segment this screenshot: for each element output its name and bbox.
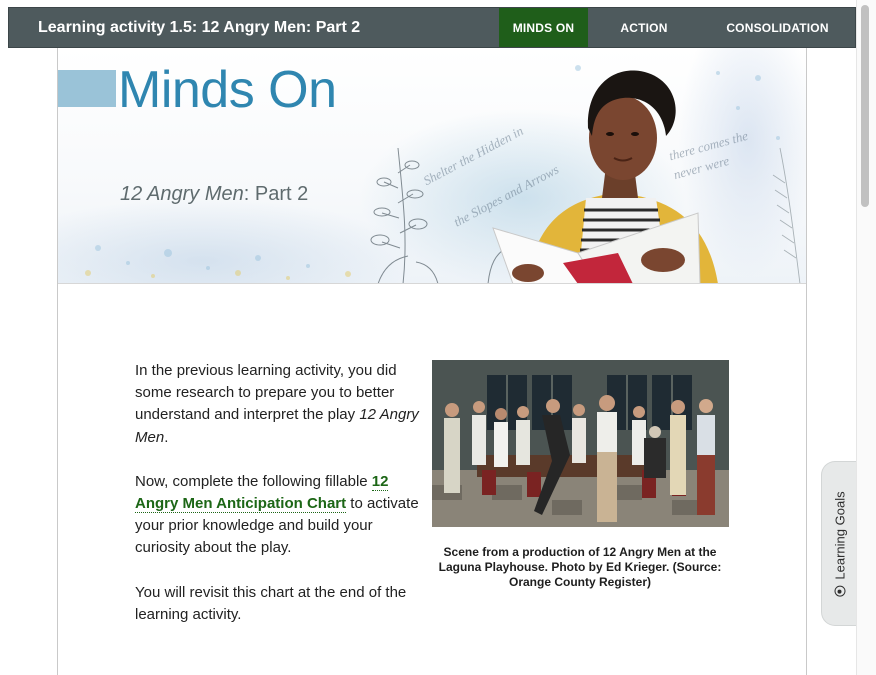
intro-text: In the previous learning activity, you d… (135, 360, 420, 648)
intro-paragraph-1: In the previous learning activity, you d… (135, 362, 419, 446)
page-scrollbar-thumb[interactable] (861, 5, 869, 207)
page-heading: Minds On (118, 61, 337, 119)
intro-paragraph-3: You will revisit this chart at the end o… (135, 583, 407, 623)
tab-consolidation[interactable]: CONSOLIDATION (700, 8, 855, 47)
intro-paragraph-2: Now, complete the following fillable 12 … (135, 472, 419, 557)
tab-minds-on[interactable]: MINDS ON (499, 8, 588, 47)
photo-caption: Scene from a production of 12 Angry Men … (438, 545, 722, 589)
heading-accent-bar (58, 70, 116, 107)
production-photo (432, 360, 729, 527)
page: Learning activity 1.5: 12 Angry Men: Par… (0, 0, 876, 675)
top-navigation-bar: Learning activity 1.5: 12 Angry Men: Par… (8, 7, 856, 48)
hero-banner: Shelter the Hidden in the Slopes and Arr… (58, 48, 806, 284)
page-subheading: 12 Angry Men: Part 2 (120, 183, 309, 205)
learning-goals-label: Learning Goals (832, 490, 847, 580)
target-icon (834, 585, 845, 597)
tab-action[interactable]: ACTION (588, 8, 700, 47)
learning-goals-tab[interactable]: Learning Goals (821, 461, 857, 626)
activity-title: Learning activity 1.5: 12 Angry Men: Par… (38, 18, 361, 36)
